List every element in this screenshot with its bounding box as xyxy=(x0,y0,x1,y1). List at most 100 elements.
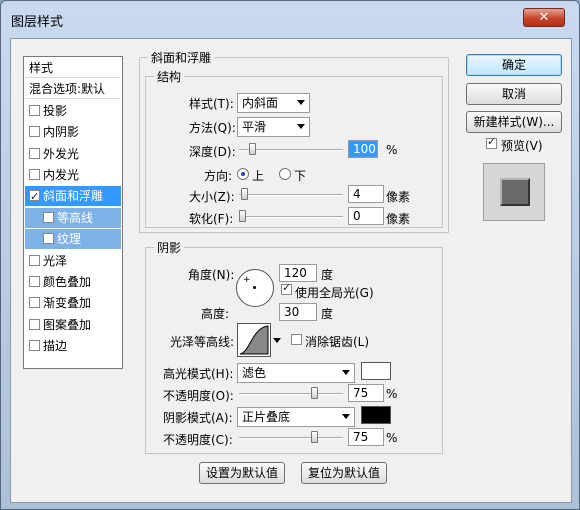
gloss-contour-label: 光泽等高线: xyxy=(170,335,235,349)
style-list-item[interactable]: 内发光 xyxy=(25,165,121,185)
style-list-checkbox[interactable] xyxy=(29,126,40,138)
highlight-mode-label: 高光模式(H): xyxy=(163,367,234,381)
style-list-item[interactable]: 图案叠加 xyxy=(25,315,121,335)
style-list-checkbox[interactable] xyxy=(43,211,54,223)
style-list-checkbox[interactable] xyxy=(29,318,40,330)
angle-input[interactable]: 120 xyxy=(279,264,317,282)
angle-unit: 度 xyxy=(321,268,334,282)
highlight-opacity-unit: % xyxy=(386,387,398,401)
slider-thumb[interactable] xyxy=(311,387,318,399)
depth-slider[interactable] xyxy=(239,143,343,155)
chevron-down-icon xyxy=(342,414,350,419)
ok-button[interactable]: 确定 xyxy=(466,54,562,76)
highlight-mode-value: 滤色 xyxy=(242,366,267,380)
angle-dial[interactable]: + xyxy=(236,269,274,307)
preview-thumbnail xyxy=(483,163,545,221)
style-list-checkbox[interactable] xyxy=(29,276,40,287)
chevron-down-icon[interactable] xyxy=(273,338,281,343)
style-list-checkbox[interactable] xyxy=(29,104,40,116)
global-light-checkbox[interactable] xyxy=(281,281,292,295)
style-list-label: 光泽 xyxy=(43,253,68,268)
gloss-contour-picker[interactable] xyxy=(237,323,271,357)
new-style-button[interactable]: 新建样式(W)... xyxy=(466,111,562,133)
highlight-color-swatch[interactable] xyxy=(361,362,391,380)
soften-input[interactable]: 0 xyxy=(348,207,384,225)
style-list-item[interactable]: 斜面和浮雕 xyxy=(25,186,121,207)
highlight-opacity-slider[interactable] xyxy=(239,387,343,399)
altitude-label: 高度: xyxy=(201,307,230,321)
style-list-item[interactable]: 样式 xyxy=(25,58,121,78)
style-list-item[interactable]: 混合选项:默认 xyxy=(25,79,121,100)
size-label: 大小(Z): xyxy=(189,190,235,204)
highlight-mode-select[interactable]: 滤色 xyxy=(237,363,355,383)
structure-title: 结构 xyxy=(154,68,185,85)
direction-down-radio[interactable] xyxy=(279,168,291,180)
slider-thumb[interactable] xyxy=(241,188,248,200)
style-list-item[interactable]: 投影 xyxy=(25,101,121,121)
reset-default-button[interactable]: 复位为默认值 xyxy=(301,462,387,484)
style-list-item[interactable]: 描边 xyxy=(25,336,121,356)
chevron-down-icon xyxy=(297,124,305,129)
style-list-checkbox[interactable] xyxy=(29,147,40,159)
style-list-checkbox[interactable] xyxy=(29,169,40,180)
style-list-item[interactable]: 光泽 xyxy=(25,251,121,271)
style-list-item[interactable]: 等高线 xyxy=(25,207,121,228)
technique-select-value: 平滑 xyxy=(242,120,267,134)
direction-up-radio[interactable] xyxy=(237,168,249,180)
shadow-opacity-label: 不透明度(C): xyxy=(163,433,233,447)
size-input[interactable]: 4 xyxy=(348,185,384,203)
style-select[interactable]: 内斜面 xyxy=(237,93,310,113)
depth-unit: % xyxy=(386,143,398,157)
style-list-label: 内阴影 xyxy=(43,125,80,140)
shadow-opacity-input[interactable]: 75 xyxy=(348,428,384,446)
highlight-opacity-input[interactable]: 75 xyxy=(348,384,384,402)
shadow-mode-label: 阴影模式(A): xyxy=(163,411,233,425)
antialias-label: 消除锯齿(L) xyxy=(305,335,370,349)
style-list-label: 投影 xyxy=(43,103,68,118)
shading-title: 阴影 xyxy=(154,239,185,256)
close-button[interactable]: ✕ xyxy=(523,8,565,27)
shadow-color-swatch[interactable] xyxy=(361,406,391,424)
style-list-item[interactable]: 渐变叠加 xyxy=(25,293,121,313)
shadow-mode-select[interactable]: 正片叠底 xyxy=(237,407,355,427)
direction-up-label: 上 xyxy=(252,169,265,183)
technique-select[interactable]: 平滑 xyxy=(237,117,310,137)
style-list-item[interactable]: 内阴影 xyxy=(25,122,121,142)
style-list-checkbox[interactable] xyxy=(29,340,40,352)
slider-track xyxy=(239,194,343,196)
slider-track xyxy=(239,393,343,395)
shadow-mode-value: 正片叠底 xyxy=(242,410,291,424)
depth-label: 深度(D): xyxy=(189,145,236,159)
layer-style-dialog: 图层样式 ✕ 样式混合选项:默认投影内阴影外发光内发光斜面和浮雕等高线纹理光泽颜… xyxy=(0,0,580,510)
soften-label: 软化(F): xyxy=(189,212,234,226)
shadow-opacity-slider[interactable] xyxy=(239,431,343,443)
slider-thumb[interactable] xyxy=(311,431,318,443)
style-list-checkbox[interactable] xyxy=(29,254,40,266)
style-list-checkbox[interactable] xyxy=(43,233,54,245)
slider-thumb[interactable] xyxy=(239,210,246,222)
preview-checkbox[interactable] xyxy=(486,135,497,149)
direction-down-label: 下 xyxy=(294,169,307,183)
depth-input[interactable]: 100 xyxy=(348,140,378,158)
style-list-checkbox[interactable] xyxy=(29,297,40,309)
size-unit: 像素 xyxy=(386,190,411,204)
style-list-item[interactable]: 颜色叠加 xyxy=(25,272,121,292)
title-bar[interactable]: 图层样式 ✕ xyxy=(1,1,579,37)
shadow-opacity-unit: % xyxy=(386,431,398,445)
contour-curve-icon xyxy=(239,325,269,355)
cancel-button[interactable]: 取消 xyxy=(466,83,562,105)
preview-bevel-square xyxy=(500,178,530,206)
soften-slider[interactable] xyxy=(239,210,343,222)
altitude-input[interactable]: 30 xyxy=(279,303,317,321)
make-default-button[interactable]: 设置为默认值 xyxy=(199,462,285,484)
style-list-item[interactable]: 外发光 xyxy=(25,144,121,164)
style-list-item[interactable]: 纹理 xyxy=(25,229,121,250)
style-list-label: 外发光 xyxy=(43,146,80,161)
style-list-checkbox[interactable] xyxy=(29,187,40,207)
slider-thumb[interactable] xyxy=(249,143,256,155)
style-list-label: 混合选项:默认 xyxy=(29,82,106,97)
antialias-checkbox[interactable] xyxy=(291,334,302,345)
style-list-label: 图案叠加 xyxy=(43,317,92,332)
style-list-label: 斜面和浮雕 xyxy=(43,189,104,204)
size-slider[interactable] xyxy=(239,188,343,200)
